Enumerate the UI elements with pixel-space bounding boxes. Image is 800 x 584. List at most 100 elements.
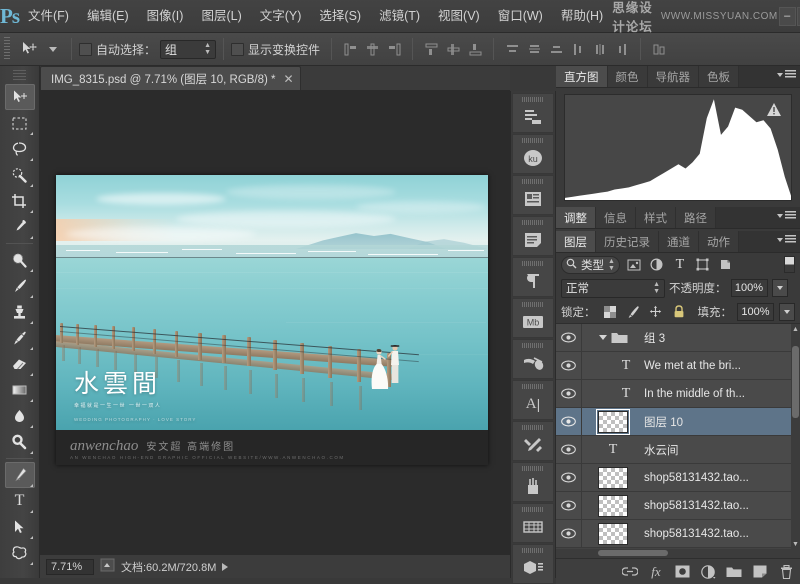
delete-layer-icon[interactable] [778, 564, 794, 580]
layers-panel-menu-button[interactable] [777, 235, 796, 244]
tab-history[interactable]: 历史记录 [596, 231, 659, 252]
ku-panel-icon[interactable]: ku [512, 134, 554, 174]
tab-paths[interactable]: 路径 [676, 207, 716, 228]
pen-tool[interactable] [5, 462, 35, 488]
brush-tool[interactable] [5, 273, 35, 299]
close-icon[interactable]: ✕ [284, 72, 294, 86]
filter-type-icon[interactable]: T [671, 256, 689, 274]
timeline-panel-icon[interactable] [512, 503, 554, 543]
add-layer-mask-icon[interactable] [674, 564, 690, 580]
path-selection-tool[interactable] [5, 514, 35, 540]
quick-selection-tool[interactable] [5, 162, 35, 188]
table-row[interactable]: 图层 10 [556, 408, 800, 436]
layer-visibility-toggle[interactable] [556, 520, 582, 548]
auto-align-icon[interactable] [648, 38, 670, 60]
eyedropper-tool[interactable] [5, 214, 35, 240]
adjustments-panel-menu-button[interactable] [777, 211, 796, 220]
lock-image-pixels-icon[interactable] [624, 303, 642, 321]
lock-position-icon[interactable] [647, 303, 665, 321]
menu-filter[interactable]: 滤镜(T) [370, 0, 429, 33]
character-panel-icon[interactable]: A| [512, 380, 554, 420]
align-bottom-edges-icon[interactable] [464, 38, 486, 60]
opacity-dropdown-arrow[interactable] [772, 279, 788, 297]
table-row[interactable]: shop58131432.tao... [556, 492, 800, 520]
layer-name[interactable]: 图层 10 [644, 414, 683, 430]
layer-name[interactable]: 水云间 [644, 442, 679, 458]
layer-name[interactable]: shop58131432.tao... [644, 528, 749, 540]
fill-dropdown-arrow[interactable] [779, 303, 795, 321]
cached-data-warning-icon[interactable] [767, 103, 781, 119]
filter-smart-object-icon[interactable] [717, 256, 735, 274]
tool-presets-icon[interactable] [512, 421, 554, 461]
layer-list[interactable]: 组 3 T We met at the bri... T In the midd… [556, 324, 800, 549]
new-adjustment-layer-icon[interactable] [700, 564, 716, 580]
menu-help[interactable]: 帮助(H) [552, 0, 612, 33]
menu-type[interactable]: 文字(Y) [251, 0, 311, 33]
layer-visibility-toggle[interactable] [556, 408, 582, 436]
status-expand-arrow-icon[interactable] [222, 563, 228, 571]
menu-edit[interactable]: 编辑(E) [78, 0, 138, 33]
chevron-down-icon[interactable] [599, 335, 607, 340]
tab-navigator[interactable]: 导航器 [648, 66, 700, 87]
new-layer-icon[interactable] [752, 564, 768, 580]
zoom-level-input[interactable]: 7.71% [46, 559, 94, 575]
align-horizontal-centers-icon[interactable] [361, 38, 383, 60]
scroll-down-arrow-icon[interactable]: ▼ [791, 539, 800, 549]
clone-stamp-tool[interactable] [5, 299, 35, 325]
lock-transparent-pixels-icon[interactable] [601, 303, 619, 321]
layer-list-horizontal-scrollbar[interactable] [556, 549, 800, 558]
layer-visibility-toggle[interactable] [556, 464, 582, 492]
link-layers-icon[interactable] [622, 564, 638, 580]
tab-actions[interactable]: 动作 [699, 231, 739, 252]
filter-toggle-switch[interactable] [784, 256, 795, 273]
layer-filter-type-dropdown[interactable]: 类型 ▲▼ [561, 256, 620, 274]
layer-visibility-toggle[interactable] [556, 352, 582, 380]
show-transform-controls-checkbox[interactable] [231, 43, 244, 56]
tab-layers[interactable]: 图层 [556, 231, 596, 252]
brush-presets-icon[interactable] [512, 462, 554, 502]
table-row[interactable]: T We met at the bri... [556, 352, 800, 380]
gradient-tool[interactable] [5, 377, 35, 403]
document-tab[interactable]: IMG_8315.psd @ 7.71% (图层 10, RGB/8) * ✕ [40, 66, 301, 90]
fill-input[interactable]: 100% [737, 303, 774, 321]
artboard[interactable]: 水雲間 幸福就是一生一世 一世一双人 WEDDING PHOTOGRAPHY ·… [56, 175, 488, 465]
auto-select-scope-dropdown[interactable]: 组 ▲▼ [160, 40, 216, 59]
spot-healing-brush-tool[interactable] [5, 247, 35, 273]
layer-visibility-toggle[interactable] [556, 380, 582, 408]
filter-pixel-icon[interactable] [625, 256, 643, 274]
align-left-edges-icon[interactable] [339, 38, 361, 60]
menu-file[interactable]: 文件(F) [19, 0, 78, 33]
move-tool[interactable] [5, 84, 35, 110]
layer-name[interactable]: shop58131432.tao... [644, 472, 749, 484]
layer-style-fx-icon[interactable]: fx [648, 564, 664, 580]
canvas-area[interactable]: 水雲間 幸福就是一生一世 一世一双人 WEDDING PHOTOGRAPHY ·… [40, 91, 510, 554]
tab-adjustments[interactable]: 调整 [556, 207, 596, 228]
table-row[interactable]: shop58131432.tao... [556, 464, 800, 492]
histogram-panel-menu-button[interactable] [777, 70, 796, 79]
blend-mode-dropdown[interactable]: 正常 ▲▼ [561, 279, 665, 298]
dodge-tool[interactable] [5, 429, 35, 455]
eraser-tool[interactable] [5, 351, 35, 377]
lasso-tool[interactable] [5, 136, 35, 162]
notes-panel-icon[interactable] [512, 175, 554, 215]
table-row[interactable]: T In the middle of th... [556, 380, 800, 408]
toolbar-grip[interactable] [13, 70, 26, 80]
tab-channels[interactable]: 通道 [659, 231, 699, 252]
align-right-edges-icon[interactable] [383, 38, 405, 60]
paragraph-panel-icon[interactable] [512, 257, 554, 297]
scrollbar-thumb[interactable] [792, 346, 799, 418]
opacity-input[interactable]: 100% [731, 279, 768, 297]
distribute-top-icon[interactable] [501, 38, 523, 60]
tab-color[interactable]: 颜色 [608, 66, 648, 87]
align-vertical-centers-icon[interactable] [442, 38, 464, 60]
distribute-vertical-center-icon[interactable] [523, 38, 545, 60]
layer-name[interactable]: We met at the bri... [644, 360, 741, 372]
auto-select-checkbox[interactable] [79, 43, 92, 56]
scrollbar-thumb[interactable] [598, 550, 668, 556]
menu-image[interactable]: 图像(I) [138, 0, 193, 33]
window-minimize-button[interactable]: – [779, 7, 796, 26]
scroll-up-arrow-icon[interactable]: ▲ [791, 324, 800, 334]
layer-comps-icon[interactable] [512, 93, 554, 133]
distribute-horizontal-center-icon[interactable] [589, 38, 611, 60]
distribute-bottom-icon[interactable] [545, 38, 567, 60]
